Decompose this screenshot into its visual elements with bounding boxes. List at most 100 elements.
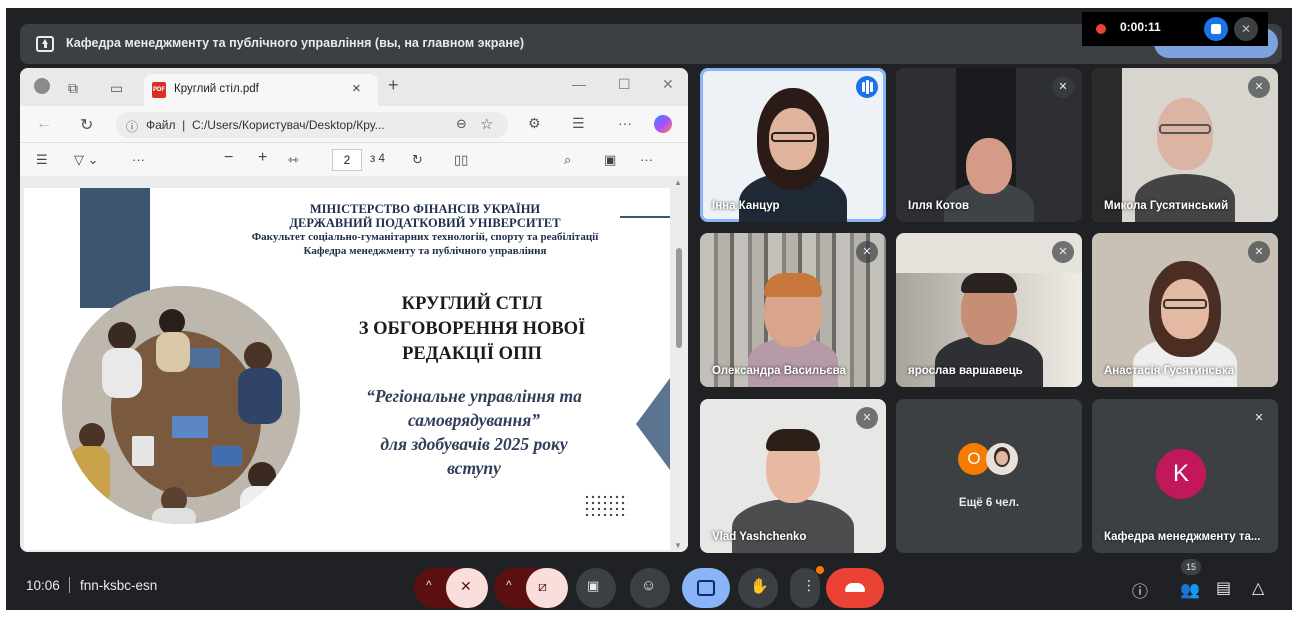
participant-name: Анастасія Гусятинська: [1104, 365, 1235, 377]
favorite-star-icon[interactable]: ☆: [480, 115, 493, 133]
stop-icon: [1211, 24, 1221, 34]
people-icon[interactable]: 👥: [1180, 580, 1200, 600]
faculty-name: Факультет соціально-гуманітарних техноло…: [251, 231, 599, 243]
scroll-thumb[interactable]: [676, 248, 682, 348]
profile-icon[interactable]: [34, 78, 50, 94]
url-path: C:/Users/Користувач/Desktop/Кру...: [191, 118, 385, 132]
url-field[interactable]: ⓘ Файл | C:/Users/Користувач/Desktop/Кру…: [116, 112, 508, 138]
reactions-button[interactable]: ☺: [630, 568, 670, 608]
participant-tile[interactable]: Інна Канцур: [700, 68, 886, 222]
participant-tile[interactable]: K ✕ Кафедра менеджменту та...: [1092, 399, 1278, 553]
new-tab-button[interactable]: +: [388, 75, 399, 96]
camera-off-icon: ⧄: [538, 578, 547, 594]
shared-screen: ⧉ ▭ PDF Круглий стіл.pdf × + — ☐ ✕ ← ↻ ⓘ…: [20, 68, 688, 552]
participant-name: Vlad Yashchenko: [712, 531, 807, 543]
people-count-badge: 15: [1181, 559, 1201, 575]
participant-tile[interactable]: ✕ Ілля Котов: [896, 68, 1082, 222]
present-button[interactable]: [682, 568, 730, 608]
toolbar-more-icon[interactable]: ···: [132, 152, 145, 167]
more-participants-tile[interactable]: O Ещё 6 чел.: [896, 399, 1082, 553]
participant-name: ярослав варшавець: [908, 365, 1023, 377]
browser-tabbar: ⧉ ▭ PDF Круглий стіл.pdf × + — ☐ ✕: [20, 68, 688, 106]
search-icon[interactable]: ⌕: [564, 152, 571, 168]
draw-icon[interactable]: ▽ ⌄: [74, 152, 99, 168]
meeting-code: fnn-ksbc-esn: [80, 578, 158, 593]
pdf-viewer: МІНІСТЕРСТВО ФІНАНСІВ УКРАЇНИ ДЕРЖАВНИЙ …: [20, 176, 688, 552]
contents-icon[interactable]: ☰: [36, 152, 48, 168]
camera-toggle-button[interactable]: ⧄: [526, 568, 568, 608]
more-participants-label: Ещё 6 чел.: [958, 497, 1020, 509]
hangup-icon: [845, 583, 865, 592]
workspaces-icon[interactable]: ⧉: [68, 80, 78, 97]
participant-name: Кафедра менеджменту та...: [1104, 531, 1261, 543]
zoom-icon[interactable]: ⊖: [456, 116, 467, 132]
mic-off-icon: ✕: [856, 241, 878, 263]
chat-icon[interactable]: ▤: [1216, 578, 1231, 598]
participant-tile[interactable]: ✕ ярослав варшавець: [896, 233, 1082, 387]
refresh-icon[interactable]: ↻: [80, 115, 93, 135]
leave-call-button[interactable]: [826, 568, 884, 608]
save-icon[interactable]: ▣: [604, 152, 616, 168]
captions-button[interactable]: ▣: [576, 568, 616, 608]
page-number-input[interactable]: 2: [332, 149, 362, 171]
url-label: Файл: [146, 118, 176, 132]
speaking-indicator-icon: [856, 76, 878, 98]
participant-name: Олександра Васильєва: [712, 365, 846, 377]
ministry-name: МІНІСТЕРСТВО ФІНАНСІВ УКРАЇНИ: [309, 202, 541, 216]
pdf-scrollbar[interactable]: ▲ ▼: [674, 176, 684, 552]
scroll-down-icon[interactable]: ▼: [674, 541, 682, 550]
fit-width-icon[interactable]: ⇿: [288, 152, 299, 168]
decorative-bar: [80, 188, 150, 308]
vertical-tabs-icon[interactable]: ▭: [110, 80, 123, 97]
mic-off-icon: ✕: [1248, 407, 1270, 429]
banner-text: Кафедра менеджменту та публічного управл…: [66, 36, 524, 50]
pdf-toolbar: ☰ ▽ ⌄ ··· − + ⇿ 2 з 4 ↻ ▯▯ ⌕ ▣ ···: [20, 142, 688, 176]
scroll-up-icon[interactable]: ▲: [674, 178, 682, 187]
mic-off-icon: ✕: [1052, 76, 1074, 98]
present-icon: [36, 36, 54, 52]
extensions-icon[interactable]: ⚙: [528, 115, 541, 132]
mic-off-icon: ✕: [1052, 241, 1074, 263]
close-tab-icon[interactable]: ×: [352, 80, 361, 97]
close-window-icon[interactable]: ✕: [662, 76, 674, 93]
stop-recording-button[interactable]: [1204, 17, 1228, 41]
back-icon[interactable]: ←: [36, 115, 52, 133]
subtitle-line-1: “Регіональне управління та: [366, 386, 582, 406]
participant-tile[interactable]: ✕ Микола Гусятинський: [1092, 68, 1278, 222]
zoom-in-button[interactable]: +: [258, 149, 267, 167]
rotate-icon[interactable]: ↻: [412, 152, 423, 168]
copilot-icon[interactable]: [654, 115, 672, 133]
meet-window: Кафедра менеджменту та публічного управл…: [6, 8, 1292, 610]
participant-name: Ілля Котов: [908, 200, 970, 212]
participant-tile[interactable]: ✕ Анастасія Гусятинська: [1092, 233, 1278, 387]
participant-tile[interactable]: ✕ Vlad Yashchenko: [700, 399, 886, 553]
mic-off-icon[interactable]: ✕: [1234, 17, 1258, 41]
mic-options-chevron-icon[interactable]: ^: [426, 578, 432, 592]
minimize-icon[interactable]: —: [572, 76, 586, 92]
captions-icon: ▣: [587, 578, 600, 593]
slide-header: МІНІСТЕРСТВО ФІНАНСІВ УКРАЇНИ ДЕРЖАВНИЙ …: [188, 202, 662, 258]
pdf-more-icon[interactable]: ···: [640, 152, 653, 167]
more-menu-icon[interactable]: ···: [618, 115, 632, 131]
hand-icon: ✋: [750, 578, 769, 595]
browser-tab[interactable]: PDF Круглий стіл.pdf ×: [144, 74, 378, 106]
zoom-out-button[interactable]: −: [224, 149, 233, 167]
participant-name: Інна Канцур: [712, 200, 780, 212]
activities-icon[interactable]: △: [1252, 578, 1264, 598]
university-name: ДЕРЖАВНИЙ ПОДАТКОВИЙ УНІВЕРСИТЕТ: [289, 216, 561, 230]
maximize-icon[interactable]: ☐: [618, 76, 631, 93]
favorites-icon[interactable]: ☰: [572, 115, 585, 132]
subtitle-line-3: для здобувачів 2025 року: [380, 434, 568, 454]
mic-toggle-button[interactable]: ✕: [446, 568, 488, 608]
slide-title: КРУГЛИЙ СТІЛ З ОБГОВОРЕННЯ НОВОЇ РЕДАКЦІ…: [298, 292, 646, 367]
raise-hand-button[interactable]: ✋: [738, 568, 778, 608]
subtitle-line-2: самоврядування”: [407, 410, 541, 430]
camera-options-chevron-icon[interactable]: ^: [506, 578, 512, 592]
participant-tile[interactable]: ✕ Олександра Васильєва: [700, 233, 886, 387]
mic-control-group: ^ ✕: [414, 568, 488, 608]
meeting-info-icon[interactable]: ⓘ: [1132, 578, 1148, 602]
avatar: [986, 443, 1018, 475]
more-options-button[interactable]: ⋮: [790, 566, 824, 608]
page-view-icon[interactable]: ▯▯: [454, 152, 468, 168]
mic-off-icon: ✕: [460, 578, 472, 594]
